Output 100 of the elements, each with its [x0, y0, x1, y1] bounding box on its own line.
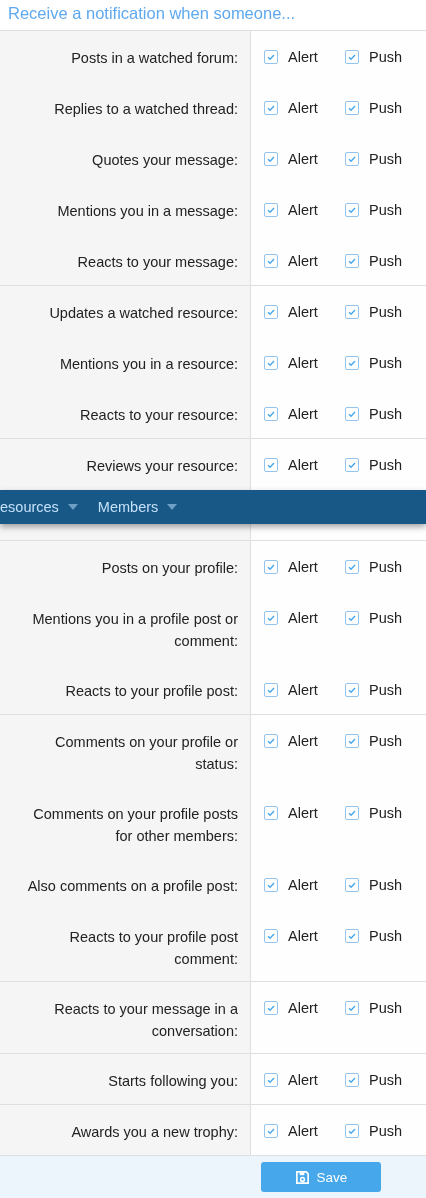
- checkbox-option[interactable]: Alert: [264, 1069, 345, 1091]
- checkmark-icon: [265, 306, 277, 318]
- checkbox[interactable]: [345, 356, 359, 370]
- checkbox[interactable]: [345, 806, 359, 820]
- checkbox-option[interactable]: Push: [345, 148, 426, 170]
- checkbox[interactable]: [345, 458, 359, 472]
- checkmark-icon: [346, 153, 358, 165]
- checkbox[interactable]: [264, 458, 278, 472]
- checkbox-option[interactable]: Alert: [264, 301, 345, 323]
- checkbox[interactable]: [264, 1124, 278, 1138]
- checkmark-icon: [265, 255, 277, 267]
- checkmark-icon: [265, 879, 277, 891]
- checkbox-option[interactable]: Alert: [264, 802, 345, 824]
- checkbox-option[interactable]: Push: [345, 199, 426, 221]
- checkmark-icon: [265, 357, 277, 369]
- checkbox-option[interactable]: Push: [345, 925, 426, 947]
- nav-link[interactable]: esources: [0, 499, 78, 515]
- checkbox-option[interactable]: Alert: [264, 925, 345, 947]
- checkbox[interactable]: [345, 1124, 359, 1138]
- setting-label: Comments on your profile posts for other members:: [32, 805, 239, 846]
- checkbox-option[interactable]: Alert: [264, 454, 345, 476]
- checkbox[interactable]: [345, 152, 359, 166]
- checkbox[interactable]: [264, 611, 278, 625]
- setting-label: Reacts to your message:: [76, 253, 239, 272]
- checkmark-icon: [265, 408, 277, 420]
- checkbox-option[interactable]: Alert: [264, 1120, 345, 1142]
- nav-link[interactable]: Members: [97, 499, 178, 515]
- checkbox[interactable]: [345, 1073, 359, 1087]
- checkbox[interactable]: [264, 683, 278, 697]
- checkbox-option[interactable]: Push: [345, 556, 426, 578]
- checkbox-option[interactable]: Push: [345, 997, 426, 1019]
- checkbox[interactable]: [264, 734, 278, 748]
- checkbox-option[interactable]: Push: [345, 607, 426, 629]
- checkbox-option[interactable]: Push: [345, 1120, 426, 1142]
- checkbox[interactable]: [264, 50, 278, 64]
- checkmark-icon: [346, 408, 358, 420]
- checkbox-option[interactable]: Alert: [264, 352, 345, 374]
- setting-label: Quotes your message:: [91, 151, 239, 170]
- checkbox-option[interactable]: Push: [345, 730, 426, 752]
- checkbox-option[interactable]: Push: [345, 403, 426, 425]
- setting-label: Posts on your profile:: [100, 559, 239, 578]
- checkmark-icon: [265, 459, 277, 471]
- checkbox-option[interactable]: Push: [345, 874, 426, 896]
- checkbox-option[interactable]: Alert: [264, 97, 345, 119]
- checkbox[interactable]: [345, 254, 359, 268]
- checkbox[interactable]: [264, 407, 278, 421]
- checkbox[interactable]: [345, 101, 359, 115]
- checkbox-option[interactable]: Push: [345, 46, 426, 68]
- checkbox[interactable]: [345, 734, 359, 748]
- checkbox[interactable]: [264, 929, 278, 943]
- checkbox[interactable]: [264, 101, 278, 115]
- checkbox[interactable]: [264, 152, 278, 166]
- checkbox[interactable]: [264, 806, 278, 820]
- checkbox-option[interactable]: Alert: [264, 148, 345, 170]
- checkbox[interactable]: [345, 407, 359, 421]
- checkbox[interactable]: [345, 1001, 359, 1015]
- checkbox[interactable]: [345, 560, 359, 574]
- checkbox[interactable]: [345, 611, 359, 625]
- checkmark-icon: [346, 807, 358, 819]
- checkbox-option[interactable]: Push: [345, 301, 426, 323]
- checkbox-option[interactable]: Alert: [264, 997, 345, 1019]
- checkbox-option[interactable]: Alert: [264, 874, 345, 896]
- checkbox[interactable]: [264, 254, 278, 268]
- checkbox[interactable]: [264, 203, 278, 217]
- checkbox-option[interactable]: Alert: [264, 199, 345, 221]
- checkbox-option[interactable]: Push: [345, 250, 426, 272]
- checkbox-option[interactable]: Push: [345, 352, 426, 374]
- checkbox[interactable]: [345, 305, 359, 319]
- checkmark-icon: [346, 459, 358, 471]
- checkbox-option[interactable]: Push: [345, 454, 426, 476]
- checkbox-option[interactable]: Alert: [264, 679, 345, 701]
- checkbox-option[interactable]: Alert: [264, 730, 345, 752]
- checkbox[interactable]: [264, 560, 278, 574]
- checkmark-icon: [346, 357, 358, 369]
- checkbox-option[interactable]: Push: [345, 679, 426, 701]
- checkmark-icon: [346, 204, 358, 216]
- setting-label: Comments on your profile or status:: [54, 733, 239, 774]
- checkbox-option[interactable]: Alert: [264, 556, 345, 578]
- checkbox-option[interactable]: Alert: [264, 250, 345, 272]
- checkbox[interactable]: [345, 929, 359, 943]
- setting-label: Mentions you in a profile post or comment:: [31, 610, 239, 651]
- checkbox-option[interactable]: Alert: [264, 46, 345, 68]
- checkbox[interactable]: [264, 356, 278, 370]
- setting-label: Reacts to your profile post comment:: [68, 928, 239, 969]
- checkbox[interactable]: [264, 1001, 278, 1015]
- checkmark-icon: [265, 1002, 277, 1014]
- checkbox[interactable]: [264, 305, 278, 319]
- checkmark-icon: [265, 561, 277, 573]
- checkbox-option[interactable]: Push: [345, 1069, 426, 1091]
- checkbox-option[interactable]: Alert: [264, 607, 345, 629]
- checkbox[interactable]: [345, 878, 359, 892]
- checkmark-icon: [265, 51, 277, 63]
- checkbox[interactable]: [345, 50, 359, 64]
- checkbox[interactable]: [264, 878, 278, 892]
- checkbox-option[interactable]: Push: [345, 97, 426, 119]
- checkbox[interactable]: [345, 683, 359, 697]
- checkbox[interactable]: [345, 203, 359, 217]
- checkbox[interactable]: [264, 1073, 278, 1087]
- checkbox-option[interactable]: Alert: [264, 403, 345, 425]
- checkbox-option[interactable]: Push: [345, 802, 426, 824]
